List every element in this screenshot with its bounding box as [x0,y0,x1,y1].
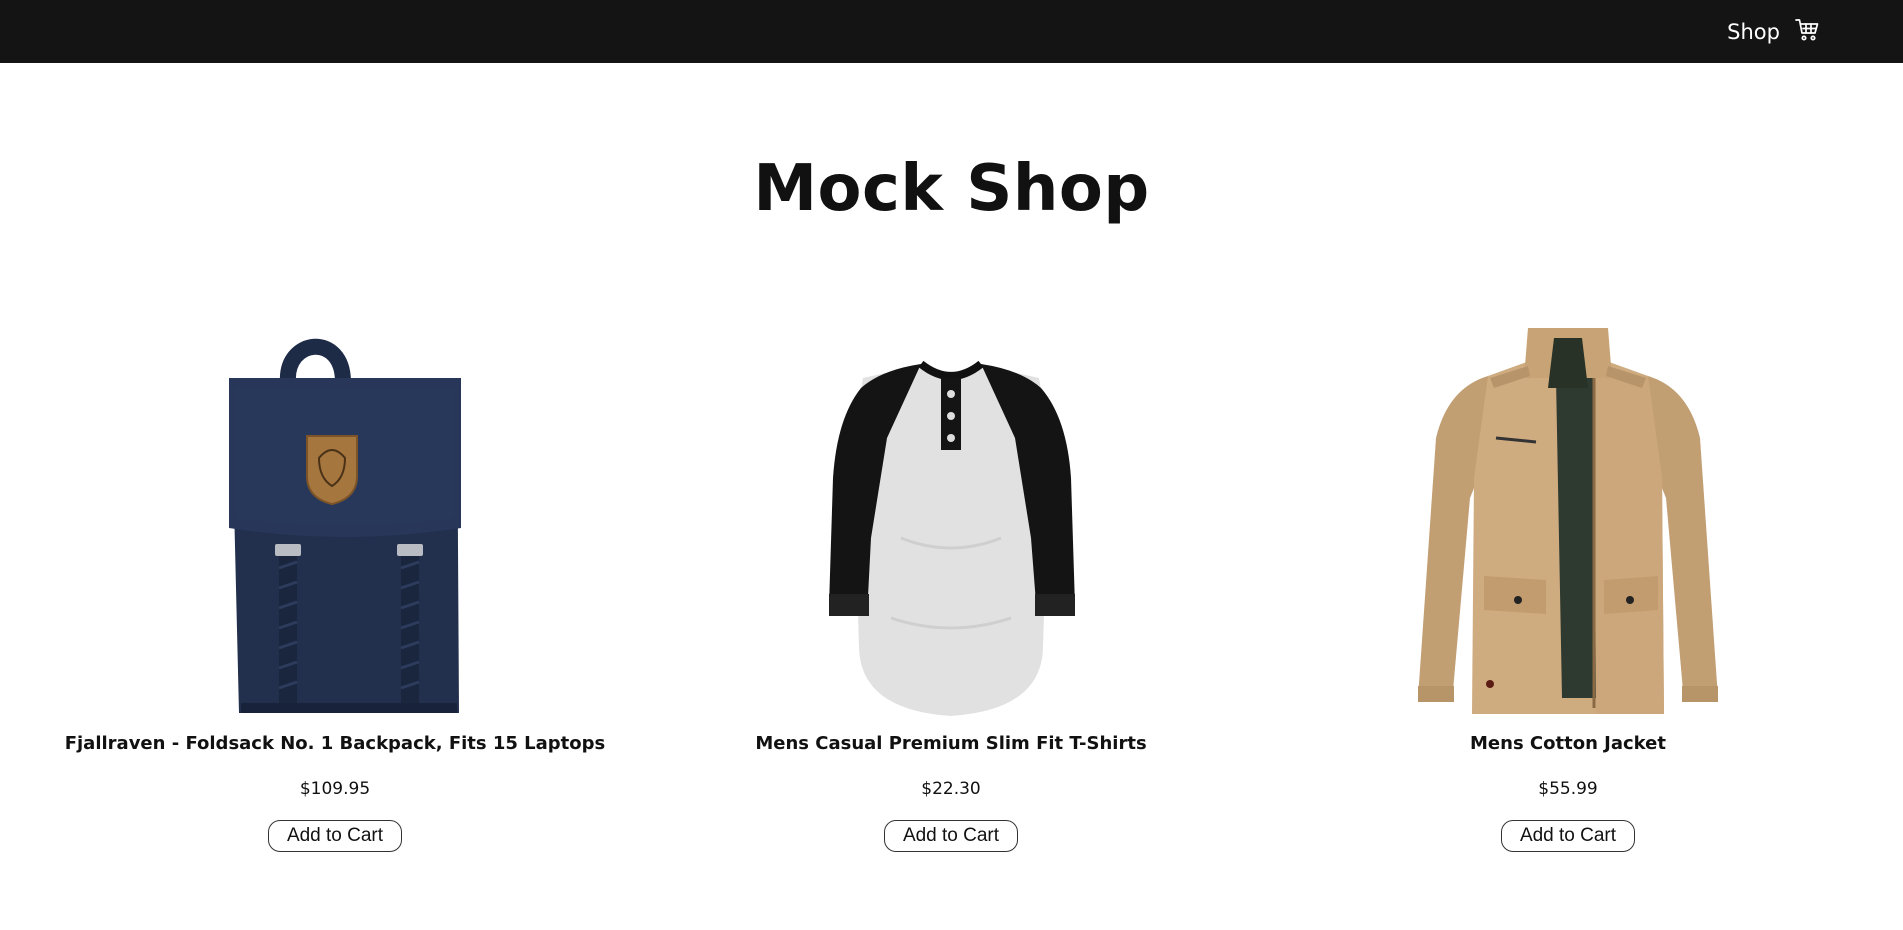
nav-shop-link[interactable]: Shop [1727,20,1780,44]
add-to-cart-button[interactable]: Add to Cart [267,820,403,852]
product-name: Fjallraven - Foldsack No. 1 Backpack, Fi… [64,733,606,754]
jacket-image[interactable] [1260,308,1876,718]
add-to-cart-button[interactable]: Add to Cart [883,820,1019,852]
product-price: $22.30 [921,779,981,799]
product-name: Mens Casual Premium Slim Fit T-Shirts [755,733,1147,754]
backpack-image[interactable] [27,308,643,718]
add-to-cart-button[interactable]: Add to Cart [1500,820,1636,852]
tshirt-image[interactable] [643,308,1259,718]
product-price: $55.99 [1538,779,1598,799]
page-title: Mock Shop [753,152,1150,226]
cart-icon[interactable] [1794,17,1820,43]
product-name: Mens Cotton Jacket [1470,733,1666,754]
product-price: $109.95 [299,779,371,799]
top-navbar: Shop [0,0,1903,63]
